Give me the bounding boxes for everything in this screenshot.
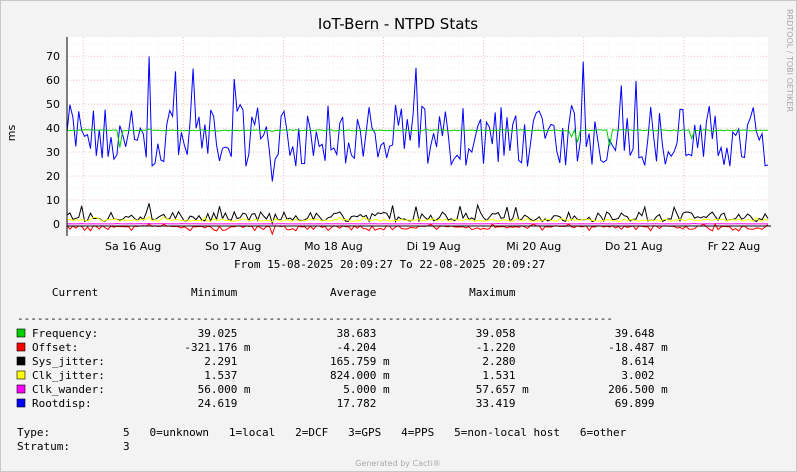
legend: Current Minimum Average Maximum --------… xyxy=(16,286,668,410)
legend-separator: ----------------------------------------… xyxy=(17,312,613,325)
x-tick-label: Mo 18 Aug xyxy=(304,240,363,253)
graph-frame: IoT-Bern - NTPD Stats RRDTOOL / TOBI OET… xyxy=(0,0,797,472)
y-axis-ticks: 0 10 20 30 40 50 60 70 xyxy=(46,50,60,231)
legend-swatch xyxy=(16,384,26,394)
x-axis-ticks: Sa 16 Aug So 17 Aug Mo 18 Aug Di 19 Aug Mi 2… xyxy=(105,240,760,253)
legend-row: Clk_jitter: 1.537 824.000 m 1.531 3.002 xyxy=(32,369,655,382)
ntpd-chart: IoT-Bern - NTPD Stats RRDTOOL / TOBI OET… xyxy=(5,9,794,468)
legend-header: Current Minimum Average Maximum xyxy=(32,286,516,299)
series-line-clk-wander xyxy=(66,222,768,225)
legend-label: Rootdisp: xyxy=(32,397,111,410)
legend-label: Clk_jitter: xyxy=(32,369,111,382)
legend-swatch xyxy=(16,328,26,338)
y-tick-label: 40 xyxy=(46,122,60,135)
legend-swatch xyxy=(16,370,26,380)
legend-row: Rootdisp: 24.619 17.782 33.419 69.899 xyxy=(32,397,655,410)
y-tick-label: 70 xyxy=(46,50,60,63)
legend-values: 2.291 165.759 m 2.280 8.614 xyxy=(111,355,654,368)
y-axis-label: ms xyxy=(5,125,18,142)
stratum-line: Stratum: 3 xyxy=(17,440,130,453)
legend-values: -321.176 m -4.204 -1.220 -18.487 m xyxy=(111,341,668,354)
legend-swatch xyxy=(16,342,26,352)
x-tick-label: Mi 20 Aug xyxy=(506,240,561,253)
legend-row: Offset: -321.176 m -4.204 -1.220 -18.487… xyxy=(32,341,668,354)
type-line: Type: 5 0=unknown 1=local 2=DCF 3=GPS 4=… xyxy=(17,426,627,439)
legend-label: Frequency: xyxy=(32,327,111,340)
legend-values: 39.025 38.683 39.058 39.648 xyxy=(111,327,654,340)
legend-row: Sys_jitter: 2.291 165.759 m 2.280 8.614 xyxy=(32,355,655,368)
x-tick-label: So 17 Aug xyxy=(205,240,261,253)
chart-title: IoT-Bern - NTPD Stats xyxy=(318,15,478,33)
x-tick-label: Fr 22 Aug xyxy=(708,240,761,253)
y-tick-label: 60 xyxy=(46,74,60,87)
generated-by: Generated by Cacti® xyxy=(355,459,441,468)
y-tick-label: 30 xyxy=(46,146,60,159)
x-tick-label: Do 21 Aug xyxy=(605,240,663,253)
time-period: From 15-08-2025 20:09:27 To 22-08-2025 2… xyxy=(234,258,545,271)
legend-label: Clk_wander: xyxy=(32,383,111,396)
legend-row: Clk_wander: 56.000 m 5.000 m 57.657 m 20… xyxy=(32,383,668,396)
legend-swatch xyxy=(16,398,26,408)
legend-values: 24.619 17.782 33.419 69.899 xyxy=(111,397,654,410)
rrdtool-watermark: RRDTOOL / TOBI OETIKER xyxy=(785,9,794,112)
plot-area xyxy=(67,37,768,236)
legend-swatch xyxy=(16,356,26,366)
x-tick-label: Di 19 Aug xyxy=(407,240,461,253)
legend-values: 1.537 824.000 m 1.531 3.002 xyxy=(111,369,654,382)
x-tick-label: Sa 16 Aug xyxy=(105,240,161,253)
legend-values: 56.000 m 5.000 m 57.657 m 206.500 m xyxy=(111,383,668,396)
y-tick-label: 0 xyxy=(53,218,60,231)
y-tick-label: 20 xyxy=(46,170,60,183)
legend-label: Offset: xyxy=(32,341,111,354)
legend-label: Sys_jitter: xyxy=(32,355,111,368)
legend-row: Frequency: 39.025 38.683 39.058 39.648 xyxy=(32,327,655,340)
y-tick-label: 50 xyxy=(46,98,60,111)
y-tick-label: 10 xyxy=(46,194,60,207)
